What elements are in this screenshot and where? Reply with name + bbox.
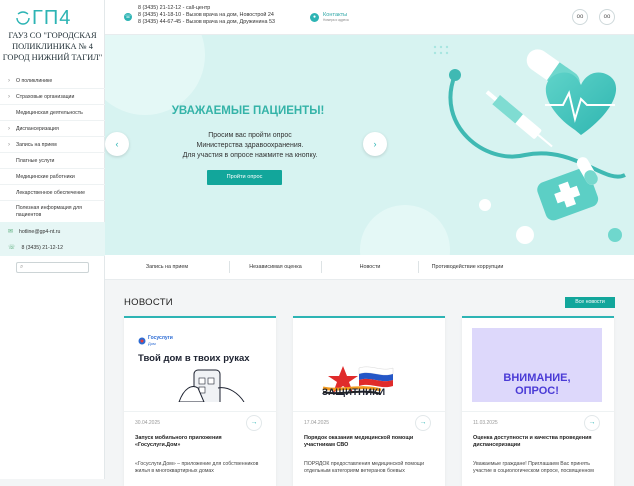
sidebar-item-dispensary[interactable]: › Диспансеризация [0,121,105,137]
logo-icon [16,11,30,25]
arrow-right-icon: → [250,419,258,426]
news-card-image: Госуслуги Дом Твой дом в твоих руках [134,328,264,402]
survey-button[interactable]: Пройти опрос [207,170,282,185]
sidebar-item-info[interactable]: Полезная информация для пациентов [0,201,105,223]
image-headline: ВНИМАНИЕ, ОПРОС! [472,372,602,398]
hero-line: Министерства здравоохранения. [196,142,304,149]
arrow-right-icon: → [588,419,596,426]
chevron-right-icon: › [373,139,377,149]
read-more-button[interactable]: → [246,415,262,431]
phone-list: 8 (3435) 21-12-12 - call-центр 8 (3435) … [138,5,275,26]
image-headline: ЗАЩИТНИКИ [322,387,386,398]
image-headline: Твой дом в твоих руках [138,353,250,364]
read-more-button[interactable]: → [415,415,431,431]
contacts-link[interactable]: ● Контакты Номера и адреса [310,12,349,22]
sidebar-item-paid[interactable]: Платные услуги [0,153,105,169]
email-text: hotline@gp4-nt.ru [19,228,61,235]
phone-text: 8 (3435) 21-12-12 [21,244,64,251]
sidebar-item-drugs[interactable]: Лекарственное обеспечение [0,185,105,201]
news-card-image: ВНИМАНИЕ, ОПРОС! [472,328,602,402]
news-date: 30.04.2025 [135,420,161,426]
news-headline[interactable]: Порядок оказания медицинской помощи учас… [304,435,434,449]
phone-hand-illustration [178,369,245,402]
gosuslugi-icon [138,337,146,345]
sidebar-item-label: Лекарственное обеспечение [16,189,85,196]
logo-text: ГП4 [32,6,72,29]
quick-tabs: Запись на прием Независимая оценка Новос… [105,255,634,280]
sidebar-menu: › О поликлинике › Страховые организации Ме… [0,73,105,223]
map-pin-icon: ● [310,12,319,22]
image-headline-line: ОПРОС! [515,385,559,397]
chevron-right-icon: › [8,141,10,148]
next-slide-button[interactable]: › [363,132,387,156]
hero-banner: УВАЖАЕМЫЕ ПАЦИЕНТЫ! Просим вас пройти оп… [105,35,634,255]
phone-icon: ☏ [8,245,16,251]
chevron-right-icon: › [8,77,10,84]
sidebar-item-label: Полезная информация для пациентов [16,204,82,218]
hero-title: УВАЖАЕМЫЕ ПАЦИЕНТЫ! [171,105,325,117]
tab-news[interactable]: Новости [322,261,419,273]
tab-evaluation[interactable]: Независимая оценка [230,261,322,273]
email-row[interactable]: ✉ hotline@gp4-nt.ru [0,225,105,238]
hero-line: Для участия в опросе нажмите на кнопку. [182,152,318,159]
tab-anticorruption[interactable]: Противодействие коррупции [419,261,516,273]
hero-line: Просим вас пройти опрос [208,132,292,139]
tab-appointment[interactable]: Запись на прием [105,261,230,273]
sidebar-item-label: Страховые организации [16,93,75,100]
all-news-button[interactable]: Все новости [565,297,615,308]
sidebar-item-label: Диспансеризация [16,125,59,132]
phone-line[interactable]: 8 (3435) 41-18-10 - Вызов врача на дом, … [138,12,275,19]
hero-text: Просим вас пройти опрос Министерства здр… [155,131,345,161]
prev-slide-button[interactable]: ‹ [105,132,129,156]
chevron-right-icon: › [8,125,10,132]
news-card[interactable]: Госуслуги Дом Твой дом в твоих руках 30.… [124,316,276,486]
news-date: 17.04.2025 [304,420,330,426]
sidebar-item-label: Платные услуги [16,157,55,164]
sidebar-item-label: Медицинские работники [16,173,75,180]
sidebar-item-about[interactable]: › О поликлинике [0,73,105,89]
phone-line[interactable]: 8 (3435) 21-12-12 - call-центр [138,5,275,12]
sidebar-item-label: О поликлинике [16,77,53,84]
org-name: ГАУЗ СО "ГОРОДСКАЯ ПОЛИКЛИНИКА № 4 ГОРОД… [2,31,103,62]
news-card-image: ЗАЩИТНИКИ [303,328,433,402]
sidebar-item-staff[interactable]: Медицинские работники [0,169,105,185]
read-more-button[interactable]: → [584,415,600,431]
news-card[interactable]: ЗАЩИТНИКИ 17.04.2025 → Порядок оказания … [293,316,445,486]
sidebar-item-medical[interactable]: Медицинская деятельность [0,105,105,121]
news-card[interactable]: ВНИМАНИЕ, ОПРОС! 11.03.2025 → Оценка дос… [462,316,614,486]
mail-icon: ✉ [8,229,14,235]
search-icon: ⌕ [20,264,24,270]
news-excerpt: Уважаемые граждане! Приглашаем Вас приня… [473,461,594,474]
glasses-icon: oo [603,14,611,20]
news-excerpt: «Госуслуги.Дом» – приложение для собстве… [135,461,259,474]
glasses-icon: oo [576,14,584,20]
arrow-right-icon: → [419,419,427,426]
logo[interactable]: ГП4 [14,6,94,30]
news-date: 11.03.2025 [473,420,498,426]
phone-line[interactable]: 8 (3435) 44-67-45 - Вызов врача на дом, … [138,19,275,26]
sidebar-item-insurance[interactable]: › Страховые организации [0,89,105,105]
sidebar-contacts: ✉ hotline@gp4-nt.ru ☏ 8 (3435) 21-12-12 [0,222,105,256]
phone-icon: ☏ [124,13,132,21]
image-headline-line: ВНИМАНИЕ, [503,372,571,384]
search-input[interactable]: ⌕ [16,262,89,273]
topbar: ☏ 8 (3435) 21-12-12 - call-центр 8 (3435… [105,0,634,35]
contacts-sub: Номера и адреса [323,18,349,22]
glasses-button[interactable]: oo [572,9,588,25]
gosuslugi-logo: Госуслуги Дом [138,336,173,346]
phone-row[interactable]: ☏ 8 (3435) 21-12-12 [0,241,105,254]
brand-sub-text: Дом [148,341,156,346]
chevron-left-icon: ‹ [115,139,119,149]
sidebar-item-label: Запись на прием [16,141,57,148]
news-excerpt: ПОРЯДОК предоставления медицинской помощ… [304,461,425,474]
news-section-title: НОВОСТИ [124,297,173,308]
accessibility-button[interactable]: oo [599,9,615,25]
sidebar-item-appointment[interactable]: › Запись на прием [0,137,105,153]
chevron-right-icon: › [8,93,10,100]
news-headline[interactable]: Оценка доступности и качества проведения… [473,435,603,449]
news-headline[interactable]: Запуск мобильного приложения «Госуслуги.… [135,435,265,449]
sidebar-item-label: Медицинская деятельность [16,109,83,116]
sidebar: ГП4 ГАУЗ СО "ГОРОДСКАЯ ПОЛИКЛИНИКА № 4 Г… [0,0,105,479]
